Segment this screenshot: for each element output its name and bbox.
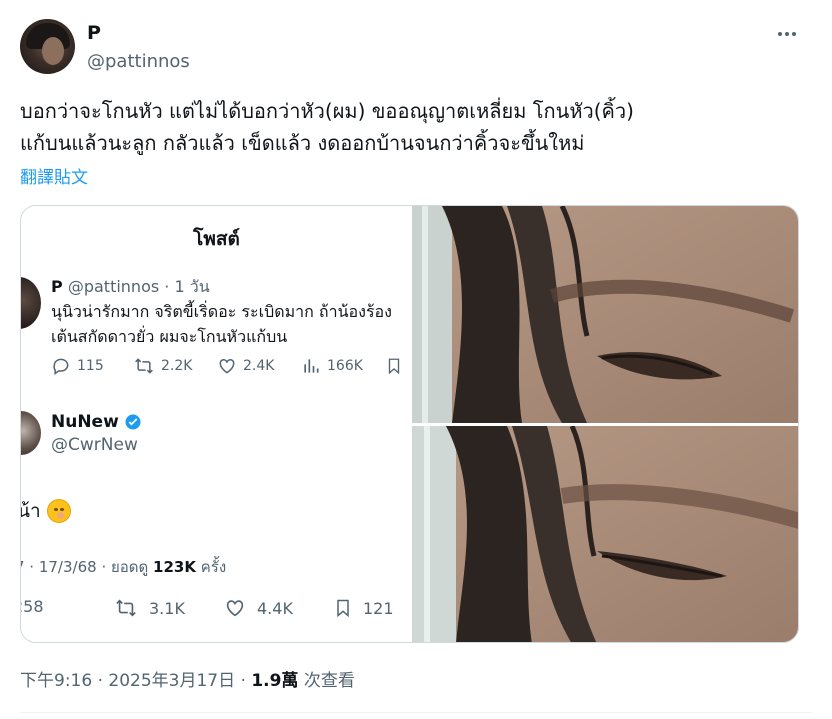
screenshot-reply-bookmarks-count: 121 bbox=[363, 598, 394, 618]
media-photo-top[interactable] bbox=[412, 206, 798, 423]
author-avatar[interactable] bbox=[20, 19, 75, 74]
screenshot-reply-meta-suffix: ครั้ง bbox=[195, 558, 227, 576]
views-icon bbox=[304, 359, 319, 373]
screenshot-reply-handle: @CwrNew bbox=[51, 435, 138, 455]
screenshot-post-stats: 115 2.2K 2.4K 166K bbox=[51, 356, 411, 380]
screenshot-post-handle-time: @pattinnos · 1 วัน bbox=[67, 277, 210, 296]
reply-icon bbox=[53, 358, 69, 375]
more-icon[interactable] bbox=[773, 20, 801, 48]
screenshot-bookmark-stat bbox=[385, 356, 403, 376]
screenshot-repost-stat: 2.2K bbox=[133, 356, 192, 376]
media-photo-bottom[interactable] bbox=[412, 426, 798, 642]
screenshot-reply-avatar bbox=[21, 411, 41, 455]
author-handle[interactable]: @pattinnos bbox=[87, 51, 190, 72]
media-screenshot-image[interactable]: โพสต์ P @pattinnos · 1 วัน นุนิวน่ารักมา… bbox=[21, 206, 412, 642]
screenshot-reply-text: น้า bbox=[21, 496, 71, 526]
screenshot-reply-author: NuNew bbox=[51, 412, 142, 432]
repost-icon bbox=[116, 599, 136, 617]
screenshot-reply-likes-stat: 4.4K bbox=[223, 597, 293, 619]
screenshot-like-stat: 2.4K bbox=[217, 356, 274, 376]
screenshot-post-author: P @pattinnos · 1 วัน bbox=[51, 275, 210, 300]
screenshot-reply-replies-stat: 258 bbox=[21, 597, 44, 616]
bookmark-icon bbox=[337, 599, 349, 618]
screenshot-reply-replies-count: 258 bbox=[21, 597, 44, 616]
verified-icon bbox=[125, 414, 141, 430]
translate-post-link[interactable]: 翻譯貼文 bbox=[20, 163, 88, 188]
divider bbox=[20, 712, 812, 713]
screenshot-post-name: P bbox=[51, 277, 63, 296]
screenshot-reply-meta-views: 123K bbox=[153, 558, 196, 576]
screenshot-reply-likes-count: 4.4K bbox=[257, 598, 293, 618]
screenshot-views-count: 166K bbox=[327, 358, 363, 374]
tweet-view-count: 1.9萬 bbox=[251, 671, 299, 691]
screenshot-reply-bookmarks-stat: 121 bbox=[333, 597, 394, 619]
tweet-text: บอกว่าจะโกนหัว แต่ไม่ได้บอกว่าหัว(ผม) ขอ… bbox=[20, 99, 634, 155]
screenshot-views-stat: 166K bbox=[301, 356, 363, 376]
blushing-emoji-icon bbox=[46, 499, 71, 523]
tweet-view-label: 次查看 bbox=[298, 671, 355, 691]
tweet-time: 下午9:16 · 2025年3月17日 · bbox=[20, 671, 252, 691]
repost-icon bbox=[135, 358, 153, 374]
screenshot-title: โพสต์ bbox=[193, 228, 240, 250]
screenshot-reply-reposts-count: 3.1K bbox=[149, 598, 185, 618]
screenshot-reply-name: NuNew bbox=[51, 412, 119, 432]
screenshot-reply-meta: 7 · 17/3/68 · ยอดดู 123K ครั้ง bbox=[21, 555, 226, 579]
screenshot-reply-stats: 258 3.1K 4.4K 121 bbox=[21, 597, 412, 623]
like-icon bbox=[226, 600, 244, 617]
screenshot-reply-reposts-stat: 3.1K bbox=[113, 597, 185, 619]
tweet-timestamp[interactable]: 下午9:16 · 2025年3月17日 · 1.9萬 次查看 bbox=[20, 666, 355, 691]
tweet-media-grid: โพสต์ P @pattinnos · 1 วัน นุนิวน่ารักมา… bbox=[20, 205, 799, 643]
tweet-detail: P @pattinnos บอกว่าจะโกนหัว แต่ไม่ได้บอก… bbox=[0, 0, 832, 719]
screenshot-repost-count: 2.2K bbox=[161, 358, 193, 374]
screenshot-post-text: นุนิวน่ารักมาก จริตขี้เริ่ดอะ ระเบิดมาก … bbox=[51, 302, 392, 346]
screenshot-author-avatar bbox=[21, 277, 41, 329]
screenshot-reply-count: 115 bbox=[77, 358, 104, 374]
screenshot-like-count: 2.4K bbox=[243, 358, 275, 374]
author-display-name[interactable]: P bbox=[87, 22, 101, 44]
like-icon bbox=[219, 358, 235, 374]
bookmark-icon bbox=[388, 358, 400, 375]
screenshot-reply-meta-prefix: 7 · 17/3/68 · ยอดดู bbox=[21, 558, 154, 576]
screenshot-reply-stat: 115 bbox=[51, 356, 104, 376]
screenshot-reply-text-value: น้า bbox=[21, 500, 41, 522]
